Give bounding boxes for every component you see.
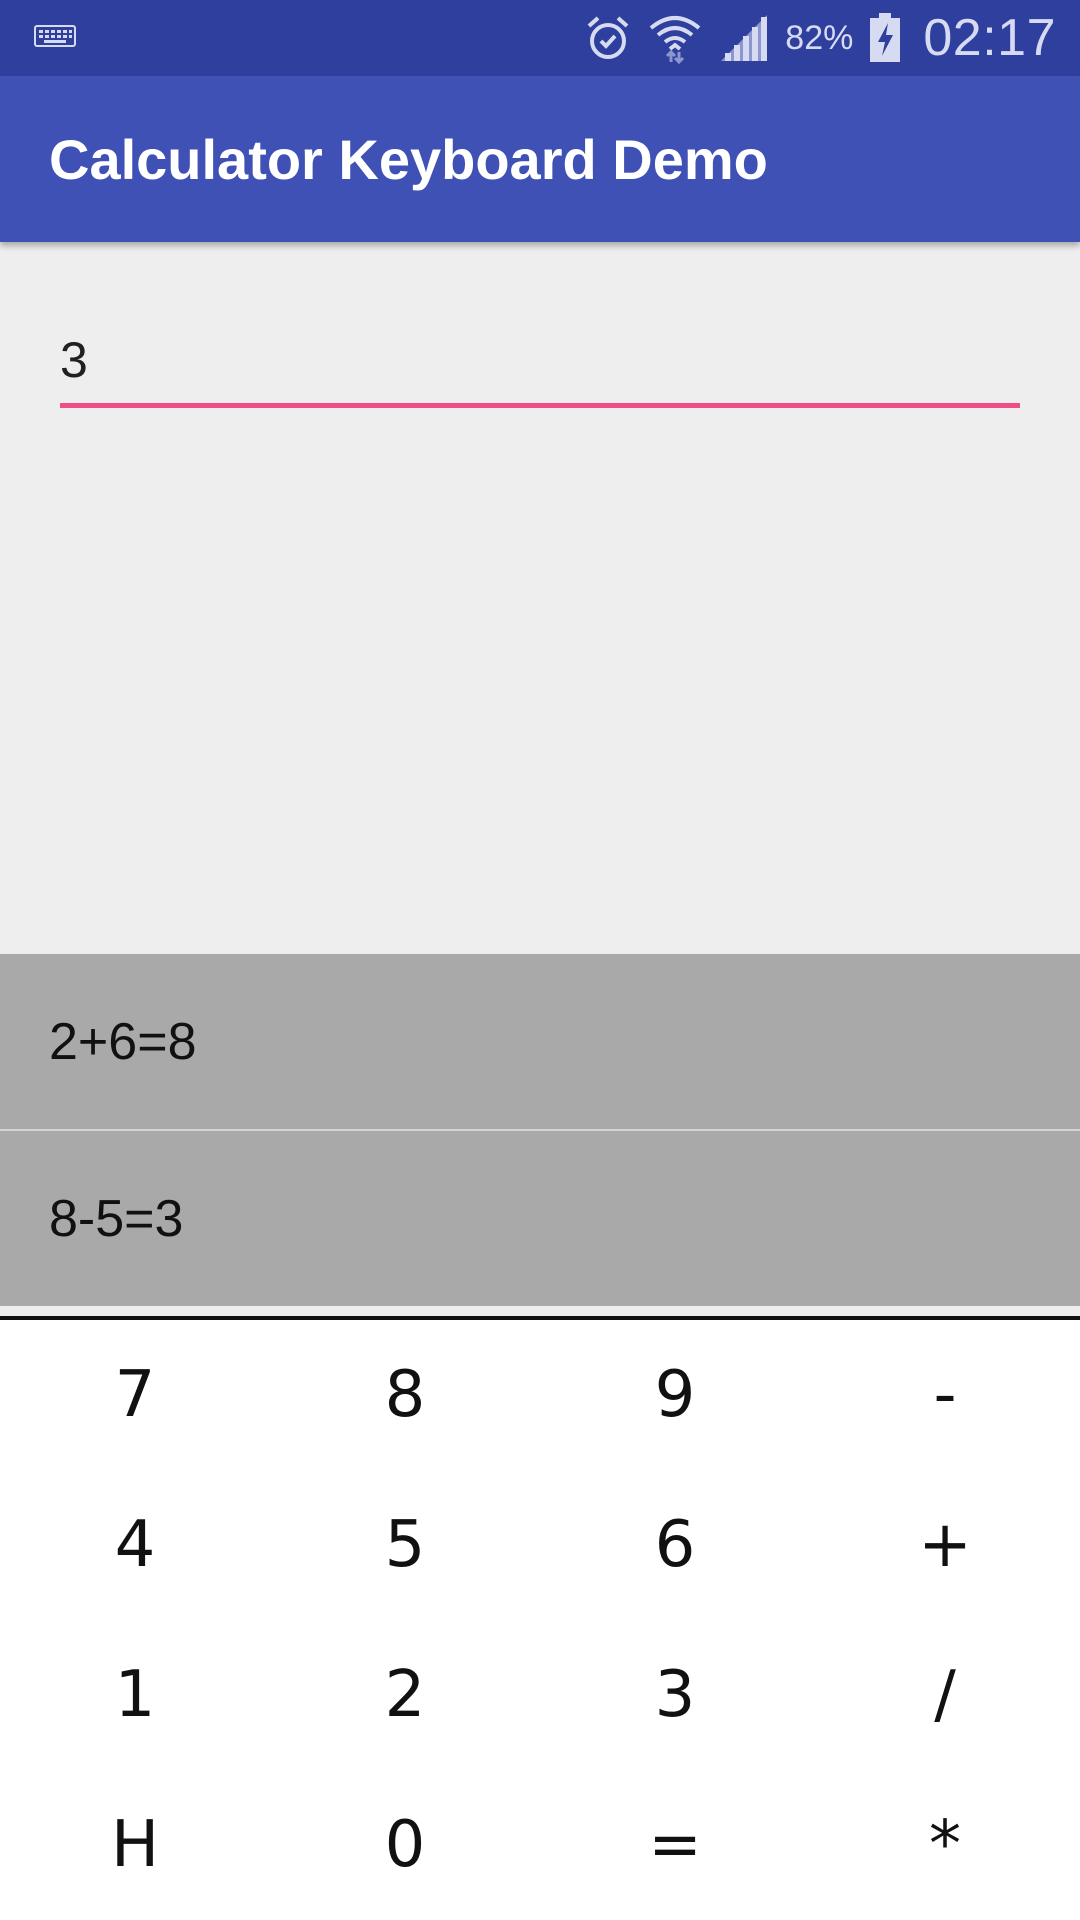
key-equals[interactable]: =: [540, 1770, 810, 1920]
key-grid: 7 8 9 - 4 5 6 + 1 2 3 / H 0 = *: [0, 1320, 1080, 1920]
history-item[interactable]: 8-5=3: [0, 1131, 1080, 1306]
battery-charging-icon: [869, 13, 901, 63]
content-area: [0, 242, 1080, 954]
alarm-icon: [585, 14, 631, 62]
key-divide[interactable]: /: [810, 1620, 1080, 1770]
key-plus[interactable]: +: [810, 1470, 1080, 1620]
key-6[interactable]: 6: [540, 1470, 810, 1620]
key-3[interactable]: 3: [540, 1620, 810, 1770]
clock: 02:17: [923, 9, 1056, 67]
wifi-icon: [647, 12, 703, 64]
key-9[interactable]: 9: [540, 1320, 810, 1470]
key-multiply[interactable]: *: [810, 1770, 1080, 1920]
key-5[interactable]: 5: [270, 1470, 540, 1620]
calculator-keyboard: 7 8 9 - 4 5 6 + 1 2 3 / H 0 = *: [0, 1316, 1080, 1920]
key-history[interactable]: H: [0, 1770, 270, 1920]
key-1[interactable]: 1: [0, 1620, 270, 1770]
keyboard-icon: [34, 24, 76, 52]
key-0[interactable]: 0: [270, 1770, 540, 1920]
key-2[interactable]: 2: [270, 1620, 540, 1770]
key-minus[interactable]: -: [810, 1320, 1080, 1470]
history-item[interactable]: 2+6=8: [0, 954, 1080, 1129]
app-bar: Calculator Keyboard Demo: [0, 76, 1080, 242]
key-7[interactable]: 7: [0, 1320, 270, 1470]
status-bar: 82% 02:17: [0, 0, 1080, 76]
app-title: Calculator Keyboard Demo: [49, 127, 768, 191]
status-right: 82% 02:17: [585, 8, 1056, 68]
key-4[interactable]: 4: [0, 1470, 270, 1620]
signal-icon: [719, 13, 769, 63]
history-list: 2+6=8 8-5=3: [0, 954, 1080, 1306]
battery-percent: 82%: [785, 18, 854, 57]
expression-input[interactable]: [60, 326, 1020, 408]
key-8[interactable]: 8: [270, 1320, 540, 1470]
status-left: [34, 24, 76, 52]
